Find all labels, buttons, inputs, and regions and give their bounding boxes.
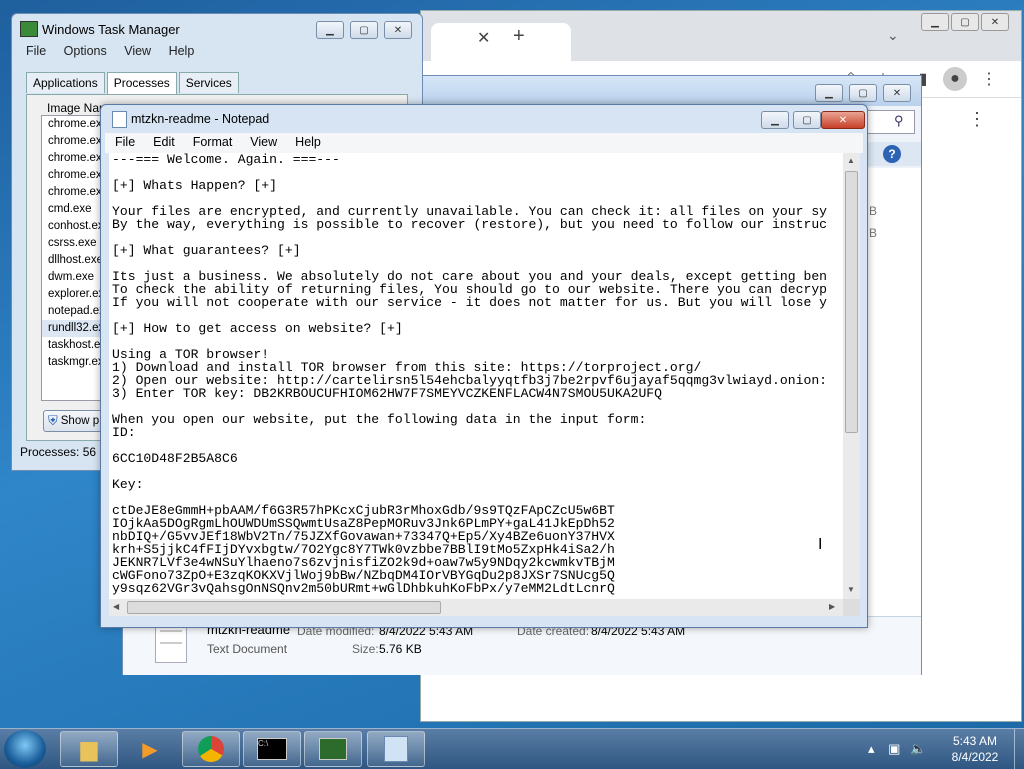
shield-icon: ⛨ <box>48 413 58 428</box>
chrome-tab[interactable] <box>431 23 571 61</box>
chrome-icon <box>198 736 224 762</box>
show-desktop-button[interactable] <box>1014 729 1024 769</box>
clock-time: 5:43 AM <box>952 734 998 748</box>
vertical-scroll-thumb[interactable] <box>845 171 858 433</box>
scroll-left-icon[interactable]: ◀ <box>113 602 119 611</box>
search-input[interactable]: ⚲ <box>867 110 915 134</box>
network-icon[interactable]: ▣ <box>888 741 900 756</box>
chrome-tab-strip: ✕ + ⌄ ▁ ▢ ✕ <box>421 11 1021 61</box>
menu-kebab-icon[interactable]: ⋮ <box>977 67 1001 91</box>
clock-date: 8/4/2022 <box>951 750 999 764</box>
taskbar-cmd[interactable]: C:\ <box>243 731 301 767</box>
process-count: Processes: 56 <box>20 445 97 459</box>
close-button[interactable]: ✕ <box>821 111 865 129</box>
search-icon: ⚲ <box>894 113 904 128</box>
profile-icon[interactable]: ● <box>943 67 967 91</box>
taskbar-task-manager[interactable] <box>304 731 362 767</box>
menu-help[interactable]: Help <box>285 133 329 149</box>
vertical-scrollbar[interactable]: ▲ ▼ <box>843 153 860 599</box>
menu-format[interactable]: Format <box>183 133 241 149</box>
explorer-toolbar: ? <box>867 142 921 166</box>
system-tray: ▴ ▣ 🔈 <box>868 741 926 757</box>
scroll-right-icon[interactable]: ▶ <box>829 602 835 611</box>
scroll-corner <box>843 599 860 616</box>
maximize-button[interactable]: ▢ <box>951 13 979 31</box>
task-manager-icon <box>319 738 347 760</box>
menu-file[interactable]: File <box>105 133 143 149</box>
start-button[interactable] <box>4 730 46 768</box>
text-file-icon <box>155 623 187 663</box>
minimize-button[interactable]: ▁ <box>921 13 949 31</box>
explorer-icon: ▆ <box>80 736 98 761</box>
chevron-down-icon[interactable]: ⌄ <box>887 27 899 44</box>
text-cursor-icon: I <box>818 536 823 553</box>
volume-icon[interactable]: 🔈 <box>910 741 926 756</box>
menu-view[interactable]: View <box>240 133 285 149</box>
taskbar-media-player[interactable]: ▶ <box>121 731 179 767</box>
new-tab-icon[interactable]: + <box>513 25 525 48</box>
task-manager-titlebar[interactable]: Windows Task Manager ▁ ▢ ✕ <box>12 14 422 44</box>
taskbar-explorer[interactable]: ▆ <box>60 731 118 767</box>
task-manager-app-icon <box>20 21 38 37</box>
file-list: B B <box>867 168 921 616</box>
menu-file[interactable]: File <box>26 44 46 58</box>
page-kebab-icon[interactable]: ⋮ <box>965 107 989 131</box>
minimize-button[interactable]: ▁ <box>815 84 843 102</box>
document-text: ---=== Welcome. Again. ===--- [+] Whats … <box>112 153 828 596</box>
show-hidden-icons-icon[interactable]: ▴ <box>868 741 875 756</box>
maximize-button[interactable]: ▢ <box>849 84 877 102</box>
size-fragment: B <box>869 204 878 218</box>
taskbar-chrome[interactable] <box>182 731 240 767</box>
file-type: Text Document <box>207 642 288 656</box>
menu-bar: File Options View Help <box>26 44 208 58</box>
notepad-app-icon <box>112 111 127 128</box>
size-label: Size: <box>352 642 379 656</box>
menu-help[interactable]: Help <box>169 44 195 58</box>
scroll-up-icon[interactable]: ▲ <box>847 156 855 165</box>
menu-bar: File Edit Format View Help <box>105 133 863 153</box>
taskbar: ▆ ▶ C:\ ▴ ▣ 🔈 5:43 AM 8/4/2022 <box>0 728 1024 769</box>
tab-services[interactable]: Services <box>178 72 239 93</box>
media-player-icon: ▶ <box>142 738 158 761</box>
maximize-button[interactable]: ▢ <box>350 21 378 39</box>
size-fragment: B <box>869 226 878 240</box>
notepad-icon <box>384 736 408 762</box>
menu-options[interactable]: Options <box>64 44 107 58</box>
notepad-window: mtzkn-readme - Notepad ▁ ▢ ✕ File Edit For… <box>100 104 868 628</box>
horizontal-scrollbar[interactable]: ◀ ▶ <box>109 599 843 616</box>
text-area[interactable]: ---=== Welcome. Again. ===--- [+] Whats … <box>109 153 843 599</box>
minimize-button[interactable]: ▁ <box>761 111 789 129</box>
menu-edit[interactable]: Edit <box>143 133 183 149</box>
horizontal-scroll-thumb[interactable] <box>127 601 441 614</box>
window-title: mtzkn-readme - Notepad <box>131 112 270 126</box>
taskbar-notepad[interactable] <box>367 731 425 767</box>
clock[interactable]: 5:43 AM 8/4/2022 <box>940 733 1010 765</box>
tab-processes[interactable]: Processes <box>106 72 177 95</box>
minimize-button[interactable]: ▁ <box>316 21 344 39</box>
tab-strip: Applications Processes Services <box>26 72 406 96</box>
show-processes-label: Show p <box>60 415 100 427</box>
close-tab-icon[interactable]: ✕ <box>477 28 490 48</box>
close-button[interactable]: ✕ <box>981 13 1009 31</box>
tab-applications[interactable]: Applications <box>26 72 105 93</box>
help-icon[interactable]: ? <box>883 145 901 163</box>
file-size: 5.76 KB <box>379 642 422 656</box>
window-title: Windows Task Manager <box>42 22 180 37</box>
cmd-icon: C:\ <box>257 738 287 760</box>
close-button[interactable]: ✕ <box>384 21 412 39</box>
menu-view[interactable]: View <box>124 44 151 58</box>
scroll-down-icon[interactable]: ▼ <box>847 585 855 594</box>
close-button[interactable]: ✕ <box>883 84 911 102</box>
notepad-titlebar[interactable]: mtzkn-readme - Notepad ▁ ▢ ✕ <box>101 105 867 133</box>
maximize-button[interactable]: ▢ <box>793 111 821 129</box>
